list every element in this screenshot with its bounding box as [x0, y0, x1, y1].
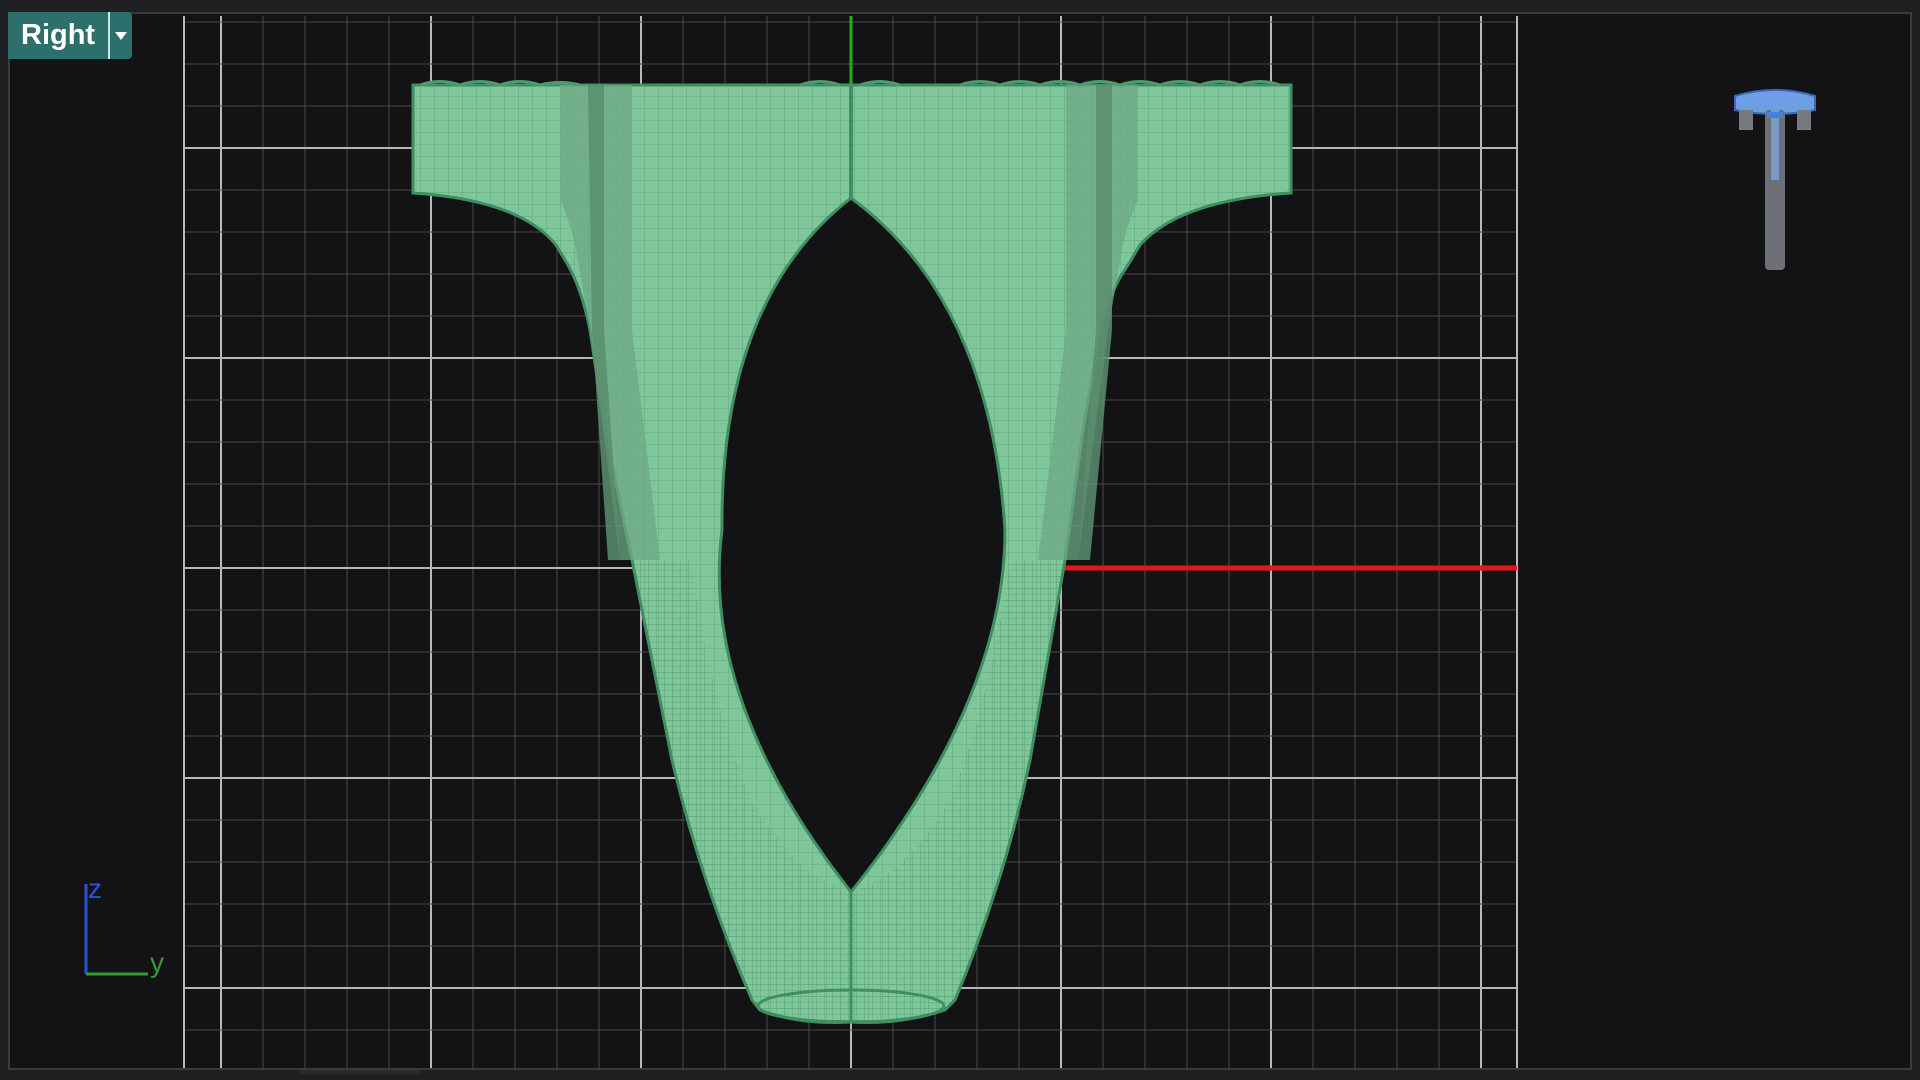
axis-z-label: z — [88, 873, 102, 904]
axis-widget: z y — [84, 873, 164, 978]
axis-y-label: y — [150, 947, 164, 978]
chevron-down-icon[interactable] — [110, 12, 133, 59]
ring-model[interactable] — [411, 80, 1293, 1024]
viewport-scene[interactable]: z y — [0, 0, 1920, 1080]
ring-preview-icon[interactable] — [1734, 89, 1816, 270]
viewport-name-label[interactable]: Right — [8, 12, 111, 59]
viewport-status-strip — [300, 1070, 420, 1074]
viewport-title-tab[interactable]: Right — [8, 12, 133, 59]
